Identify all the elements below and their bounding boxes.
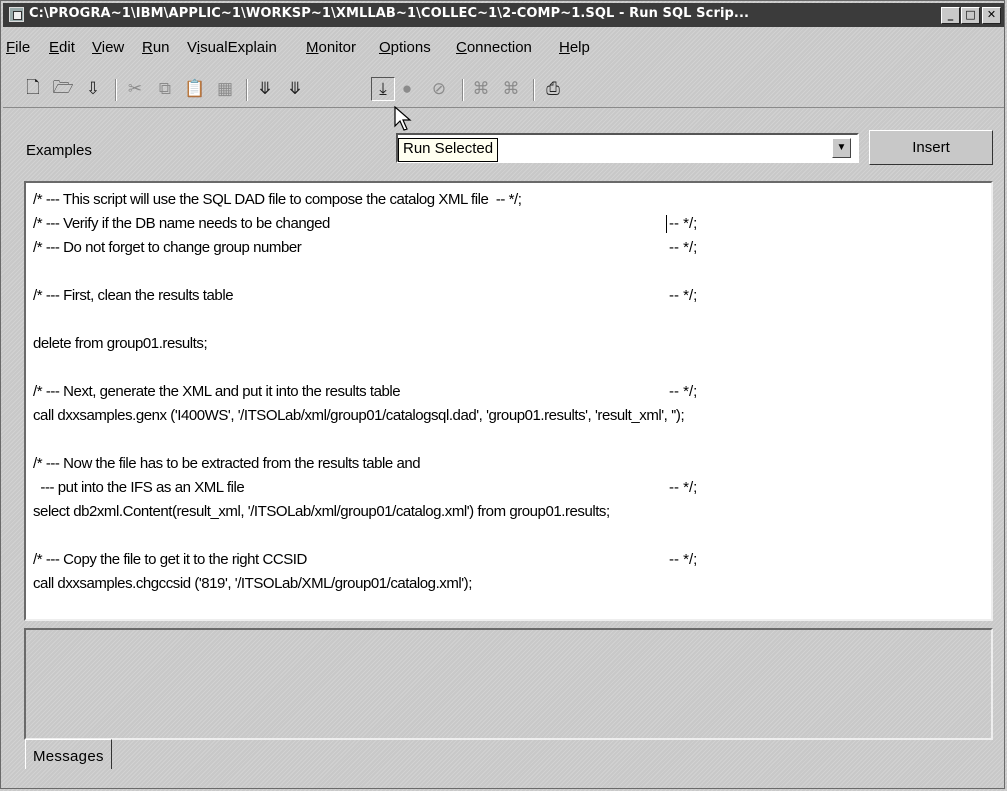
paste-icon[interactable]: 📋: [183, 77, 207, 101]
window-title: C:\PROGRA~1\IBM\APPLIC~1\WORKSP~1\XMLLAB…: [29, 6, 750, 21]
run-selected-icon[interactable]: ⤓: [371, 77, 395, 101]
menu-connection[interactable]: Connection: [456, 39, 532, 56]
minimize-button[interactable]: _: [941, 7, 960, 24]
toolbar: 🗋 🗁 ⇩ ✂ ⧉ 📋 ▦ ⤋ ⤋ ⤓ ● ⊘ ⌘ ⌘ ⎙: [3, 73, 1004, 108]
menu-visualexplain[interactable]: VisualExplain: [187, 39, 277, 56]
examples-dropdown[interactable]: Run Selected ▼: [396, 133, 859, 163]
print-icon[interactable]: ⎙: [541, 77, 565, 101]
close-button[interactable]: ✕: [982, 7, 1001, 24]
run-sql-scripts-window: C:\PROGRA~1\IBM\APPLIC~1\WORKSP~1\XMLLAB…: [0, 0, 1005, 789]
editor-line: --- put into the IFS as an XML file: [33, 479, 245, 496]
comment-end: -- */;: [669, 479, 698, 496]
sql-editor[interactable]: /* --- This script will use the SQL DAD …: [24, 181, 993, 621]
menu-view[interactable]: View: [92, 39, 124, 56]
menu-help[interactable]: Help: [559, 39, 590, 56]
maximize-button[interactable]: □: [961, 7, 980, 24]
comment-end: -- */;: [669, 551, 698, 568]
toolbar-separator: [115, 79, 117, 101]
examples-label: Examples: [26, 142, 92, 159]
toolbar-separator: [533, 79, 535, 101]
run-all-icon[interactable]: ⤋: [253, 77, 277, 101]
editor-line: select db2xml.Content(result_xml, '/ITSO…: [33, 503, 610, 520]
tooltip: Run Selected: [398, 138, 499, 162]
insert-button[interactable]: Insert: [869, 130, 993, 165]
tab-messages[interactable]: Messages: [25, 739, 112, 769]
open-folder-icon[interactable]: 🗁: [51, 77, 75, 101]
stop-icon[interactable]: ●: [395, 77, 419, 101]
editor-line: /* --- First, clean the results table: [33, 287, 234, 304]
run-from-selected-icon[interactable]: ⤋: [283, 77, 307, 101]
title-bar[interactable]: C:\PROGRA~1\IBM\APPLIC~1\WORKSP~1\XMLLAB…: [3, 3, 1004, 27]
toolbar-separator: [246, 79, 248, 101]
menu-edit[interactable]: Edit: [49, 39, 75, 56]
explain-icon[interactable]: ⌘: [499, 77, 523, 101]
chevron-down-icon[interactable]: ▼: [832, 138, 851, 158]
visual-explain-icon[interactable]: ⌘: [469, 77, 493, 101]
toolbar-separator: [462, 79, 464, 101]
comment-end: -- */;: [669, 287, 698, 304]
editor-line: delete from group01.results;: [33, 335, 208, 352]
paste-special-icon[interactable]: ▦: [213, 77, 237, 101]
editor-line: /* --- Do not forget to change group num…: [33, 239, 302, 256]
comment-end: -- */;: [669, 239, 698, 256]
cut-icon[interactable]: ✂: [123, 77, 147, 101]
cancel-icon[interactable]: ⊘: [427, 77, 451, 101]
menu-bar: File Edit View Run VisualExplain Monitor…: [3, 39, 1004, 63]
save-icon[interactable]: ⇩: [81, 77, 105, 101]
copy-icon[interactable]: ⧉: [153, 77, 177, 101]
editor-line: /* --- This script will use the SQL DAD …: [33, 191, 522, 208]
menu-run[interactable]: Run: [142, 39, 170, 56]
comment-end: -- */;: [669, 215, 698, 232]
editor-line: call dxxsamples.genx ('I400WS', '/ITSOLa…: [33, 407, 685, 424]
menu-file[interactable]: File: [6, 39, 30, 56]
editor-line: call dxxsamples.chgccsid ('819', '/ITSOL…: [33, 575, 472, 592]
editor-line: /* --- Now the file has to be extracted …: [33, 455, 421, 472]
app-icon[interactable]: [9, 7, 24, 22]
text-caret: [666, 215, 667, 233]
editor-line: /* --- Copy the file to get it to the ri…: [33, 551, 307, 568]
editor-line: /* --- Next, generate the XML and put it…: [33, 383, 401, 400]
comment-end: -- */;: [669, 383, 698, 400]
new-file-icon[interactable]: 🗋: [21, 77, 45, 101]
menu-options[interactable]: Options: [379, 39, 431, 56]
editor-line: /* --- Verify if the DB name needs to be…: [33, 215, 330, 232]
messages-pane[interactable]: [24, 628, 993, 740]
menu-monitor[interactable]: Monitor: [306, 39, 356, 56]
